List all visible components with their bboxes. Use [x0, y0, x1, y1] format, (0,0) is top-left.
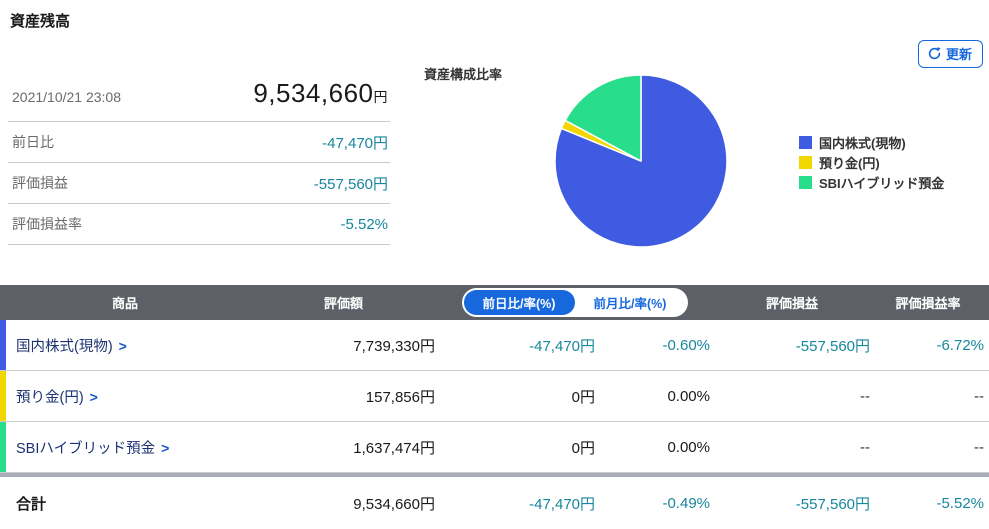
product-link[interactable]: SBIハイブリッド預金 > — [16, 437, 169, 458]
asset-balance-page: 資産残高 更新 2021/10/21 23:08 9,534,660円 前日比 … — [0, 0, 989, 529]
table-row-total: 合計 9,534,660円 -47,470円 -0.49% -557,560円 … — [0, 477, 989, 529]
chevron-right-icon: > — [118, 337, 127, 354]
legend-item-sbi-hybrid: SBIハイブリッド預金 — [799, 172, 944, 192]
cell-pl: -- — [860, 387, 870, 405]
cell-pl-rate: -6.72% — [936, 336, 984, 354]
chevron-right-icon: > — [161, 439, 170, 456]
product-cell: 国内株式(現物) > — [0, 320, 250, 370]
pie-chart-title: 資産構成比率 — [424, 67, 503, 82]
chevron-right-icon: > — [89, 388, 98, 405]
refresh-button[interactable]: 更新 — [917, 40, 983, 68]
cell-value: 9,534,660円 — [353, 495, 435, 513]
cell-pl-rate: -- — [974, 387, 984, 405]
refresh-button-label: 更新 — [945, 47, 972, 62]
legend-swatch-yellow — [799, 155, 812, 169]
header-pl: 評価損益 — [765, 296, 818, 311]
summary-row-value: -47,470円 — [322, 134, 388, 152]
summary-row-value: -5.52% — [340, 215, 388, 233]
pie-chart — [553, 73, 729, 249]
summary-timestamp: 2021/10/21 23:08 — [12, 89, 121, 105]
summary-total-row: 2021/10/21 23:08 9,534,660円 — [8, 68, 390, 122]
product-cell: SBIハイブリッド預金 > — [0, 422, 250, 472]
toggle-day-change[interactable]: 前日比/率(%) — [463, 290, 575, 315]
summary-row-label: 前日比 — [12, 134, 54, 150]
period-toggle: 前日比/率(%) 前月比/率(%) — [437, 288, 712, 317]
header-product: 商品 — [111, 296, 138, 311]
cell-day-change: 0円 — [571, 439, 595, 457]
row-accent-bar — [0, 422, 6, 472]
summary-row-pl: 評価損益 -557,560円 — [8, 163, 390, 204]
product-name: SBIハイブリッド預金 — [16, 440, 156, 457]
product-cell: 預り金(円) > — [0, 371, 250, 421]
page-title: 資産残高 — [10, 13, 71, 30]
toggle-month-change[interactable]: 前月比/率(%) — [575, 290, 686, 315]
legend-label: 国内株式(現物) — [819, 135, 906, 151]
header-pl-rate: 評価損益率 — [895, 296, 961, 311]
cell-day-rate: -0.60% — [662, 336, 710, 354]
pie-chart-svg — [554, 74, 728, 248]
legend-swatch-green — [799, 175, 812, 189]
table-header-row: 商品 評価額 前日比/率(%) 前月比/率(%) 評価損益 評価損益率 — [0, 285, 989, 320]
cell-pl: -557,560円 — [795, 337, 870, 355]
row-accent-bar — [0, 371, 6, 421]
legend-item-domestic-stock: 国内株式(現物) — [799, 132, 944, 152]
cell-pl: -557,560円 — [795, 495, 870, 513]
summary-row-value: -557,560円 — [313, 175, 388, 193]
cell-pl-rate: -- — [974, 438, 984, 456]
product-name: 国内株式(現物) — [16, 338, 113, 355]
table-row-sbi-hybrid: SBIハイブリッド預金 > 1,637,474円 0円 0.00% -- -- — [0, 422, 989, 473]
cell-value: 157,856円 — [365, 388, 435, 406]
product-link[interactable]: 預り金(円) > — [16, 386, 98, 407]
cell-day-change: 0円 — [571, 388, 595, 406]
row-accent-bar — [0, 320, 6, 370]
cell-day-rate: 0.00% — [667, 438, 710, 456]
cell-day-rate: -0.49% — [662, 494, 710, 512]
summary-row-pl-rate: 評価損益率 -5.52% — [8, 204, 390, 245]
product-name: 預り金(円) — [16, 389, 84, 406]
header-value: 評価額 — [323, 296, 363, 311]
summary-panel: 2021/10/21 23:08 9,534,660円 前日比 -47,470円… — [8, 68, 390, 245]
product-link[interactable]: 国内株式(現物) > — [16, 335, 127, 356]
cell-value: 7,739,330円 — [353, 337, 435, 355]
legend-label: SBIハイブリッド預金 — [819, 175, 945, 191]
period-toggle-group: 前日比/率(%) 前月比/率(%) — [461, 288, 688, 317]
table-row-domestic-stock: 国内株式(現物) > 7,739,330円 -47,470円 -0.60% -55… — [0, 320, 989, 371]
pie-legend: 国内株式(現物) 預り金(円) SBIハイブリッド預金 — [799, 132, 944, 192]
cell-day-change: -47,470円 — [529, 495, 595, 513]
total-currency-suffix: 円 — [373, 89, 388, 105]
cell-pl: -- — [860, 438, 870, 456]
cell-pl-rate: -5.52% — [936, 494, 984, 512]
summary-row-label: 評価損益率 — [12, 216, 82, 232]
summary-row-label: 評価損益 — [12, 175, 68, 191]
cell-day-rate: 0.00% — [667, 387, 710, 405]
summary-total-value: 9,534,660円 — [253, 78, 388, 109]
refresh-icon — [927, 46, 942, 61]
summary-row-day-change: 前日比 -47,470円 — [8, 122, 390, 163]
legend-swatch-blue — [799, 135, 812, 149]
total-amount: 9,534,660 — [253, 78, 374, 108]
table-row-deposit: 預り金(円) > 157,856円 0円 0.00% -- -- — [0, 371, 989, 422]
total-label: 合計 — [16, 495, 47, 513]
cell-day-change: -47,470円 — [529, 337, 595, 355]
cell-value: 1,637,474円 — [353, 439, 435, 457]
legend-item-deposit: 預り金(円) — [799, 152, 944, 172]
asset-table: 商品 評価額 前日比/率(%) 前月比/率(%) 評価損益 評価損益率 国内株式… — [0, 285, 989, 529]
legend-label: 預り金(円) — [819, 155, 880, 171]
